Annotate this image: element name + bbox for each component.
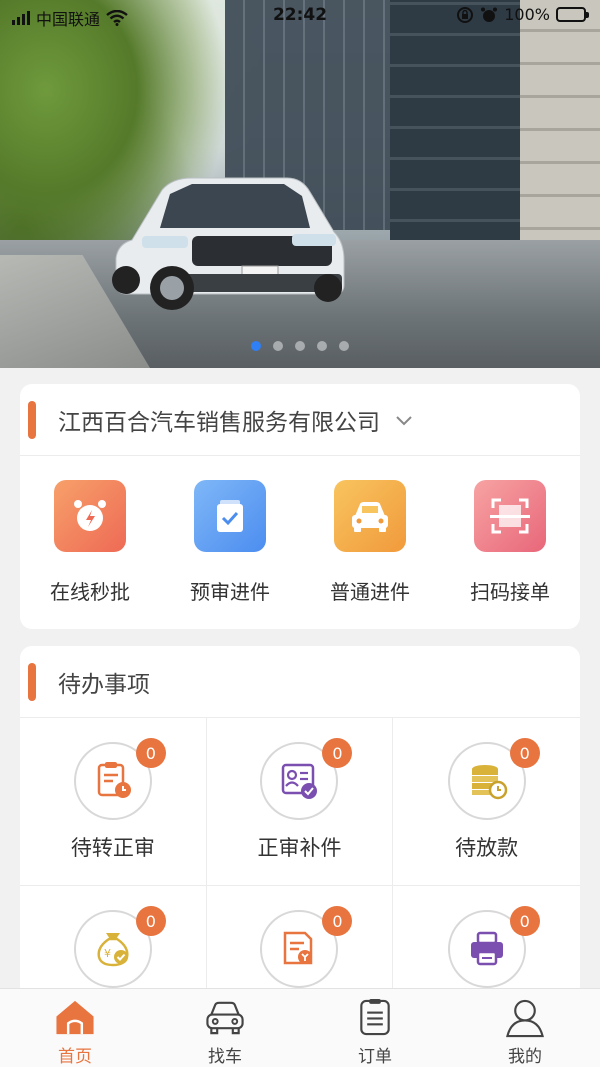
quick-action-scan-order[interactable]: 扫码接单 bbox=[440, 456, 580, 628]
todo-item-pending-disbursement[interactable]: 0 待放款 bbox=[393, 718, 580, 886]
quick-action-icon-bg-2 bbox=[334, 480, 406, 552]
quick-action-online-approval[interactable]: 在线秒批 bbox=[20, 456, 160, 628]
tab-label: 首页 bbox=[58, 1047, 92, 1067]
carousel-dot[interactable] bbox=[339, 341, 349, 351]
carousel-dot[interactable] bbox=[317, 341, 327, 351]
todo-icon-circle: 0 bbox=[260, 738, 353, 820]
order-list-icon bbox=[360, 998, 390, 1036]
alarm-icon bbox=[481, 7, 498, 22]
tab-find-car[interactable]: 找车 bbox=[150, 989, 300, 1067]
quick-action-icon-bg-0 bbox=[54, 480, 126, 552]
clipboard-check-icon bbox=[217, 500, 243, 532]
battery-percent: 100% bbox=[504, 5, 550, 24]
todo-icon-circle: 0 bbox=[73, 738, 166, 820]
banner-car-image bbox=[112, 177, 345, 310]
company-name: 江西百合汽车销售服务有限公司 bbox=[58, 409, 380, 436]
todo-icon-circle: 0 bbox=[260, 906, 353, 988]
company-card: 江西百合汽车销售服务有限公司 在线秒批 预审进件 普通进件 扫码接单 bbox=[20, 384, 580, 629]
tab-profile[interactable]: 我的 bbox=[450, 989, 600, 1067]
banner-building bbox=[520, 0, 600, 260]
tab-orders[interactable]: 订单 bbox=[300, 989, 450, 1067]
banner-carousel[interactable] bbox=[0, 0, 600, 368]
car-icon bbox=[352, 502, 388, 532]
todo-item-label: 正审补件 bbox=[257, 836, 342, 860]
quick-action-label: 普通进件 bbox=[330, 580, 410, 604]
count-badge: 0 bbox=[322, 738, 353, 768]
section-accent-bar bbox=[28, 400, 36, 439]
todo-item-pending-formal-review[interactable]: 0 待转正审 bbox=[20, 718, 207, 886]
carousel-dot[interactable] bbox=[251, 341, 261, 351]
banner-building bbox=[390, 0, 520, 250]
quick-action-icon-bg-3 bbox=[474, 480, 546, 552]
todo-header: 待办事项 bbox=[20, 646, 580, 718]
tab-label: 我的 bbox=[508, 1047, 542, 1067]
company-selector[interactable]: 江西百合汽车销售服务有限公司 bbox=[20, 384, 580, 456]
printer-icon bbox=[470, 931, 503, 966]
count-badge: 0 bbox=[135, 738, 166, 768]
todo-grid: 0 待转正审 0 正审补件 0 待放款 ¥ 0 0 0 bbox=[20, 718, 580, 1006]
todo-item-label: 待放款 bbox=[455, 836, 519, 860]
battery-icon bbox=[556, 7, 589, 22]
scan-icon bbox=[490, 498, 530, 534]
car-front-icon bbox=[206, 1001, 244, 1035]
tab-label: 订单 bbox=[358, 1047, 392, 1067]
carousel-dot[interactable] bbox=[273, 341, 283, 351]
status-bar: 中国联通 22:42 100% bbox=[0, 0, 600, 32]
todo-item-supplement-documents[interactable]: 0 正审补件 bbox=[206, 718, 394, 886]
quick-action-prereview[interactable]: 预审进件 bbox=[160, 456, 300, 628]
money-bag-check-icon: ¥ bbox=[97, 933, 129, 967]
id-card-check-icon bbox=[282, 763, 318, 799]
document-clock-icon bbox=[97, 762, 131, 798]
tab-home[interactable]: 首页 bbox=[0, 989, 150, 1067]
quick-action-icon-bg-1 bbox=[194, 480, 266, 552]
quick-action-regular-submission[interactable]: 普通进件 bbox=[300, 456, 440, 628]
alarm-clock-icon bbox=[74, 500, 106, 531]
count-badge: 0 bbox=[509, 906, 540, 936]
document-money-icon bbox=[284, 931, 313, 965]
chevron-down-icon[interactable] bbox=[394, 410, 414, 430]
todo-icon-circle: 0 bbox=[447, 738, 540, 820]
count-badge: 0 bbox=[509, 738, 540, 768]
todo-card: 待办事项 0 待转正审 0 正审补件 0 待放款 ¥ 0 0 0 bbox=[20, 646, 580, 1006]
tab-bar: 首页 找车 订单 我的 bbox=[0, 988, 600, 1067]
count-badge: 0 bbox=[135, 906, 166, 936]
carousel-dot[interactable] bbox=[295, 341, 305, 351]
todo-title: 待办事项 bbox=[58, 671, 150, 698]
home-icon bbox=[56, 1000, 94, 1035]
orientation-lock-icon bbox=[457, 6, 474, 23]
quick-action-label: 扫码接单 bbox=[470, 580, 550, 604]
todo-icon-circle: 0 bbox=[447, 906, 540, 988]
todo-icon-circle: ¥ 0 bbox=[73, 906, 166, 988]
quick-actions: 在线秒批 预审进件 普通进件 扫码接单 bbox=[20, 456, 580, 628]
carousel-indicator bbox=[0, 336, 600, 351]
quick-action-label: 预审进件 bbox=[190, 580, 270, 604]
user-icon bbox=[506, 999, 544, 1038]
count-badge: 0 bbox=[322, 906, 353, 936]
quick-action-label: 在线秒批 bbox=[50, 580, 130, 604]
coins-clock-icon bbox=[471, 765, 507, 800]
todo-item-label: 待转正审 bbox=[70, 836, 155, 860]
svg-text:¥: ¥ bbox=[104, 947, 111, 960]
section-accent-bar bbox=[28, 662, 36, 701]
tab-label: 找车 bbox=[208, 1047, 242, 1067]
